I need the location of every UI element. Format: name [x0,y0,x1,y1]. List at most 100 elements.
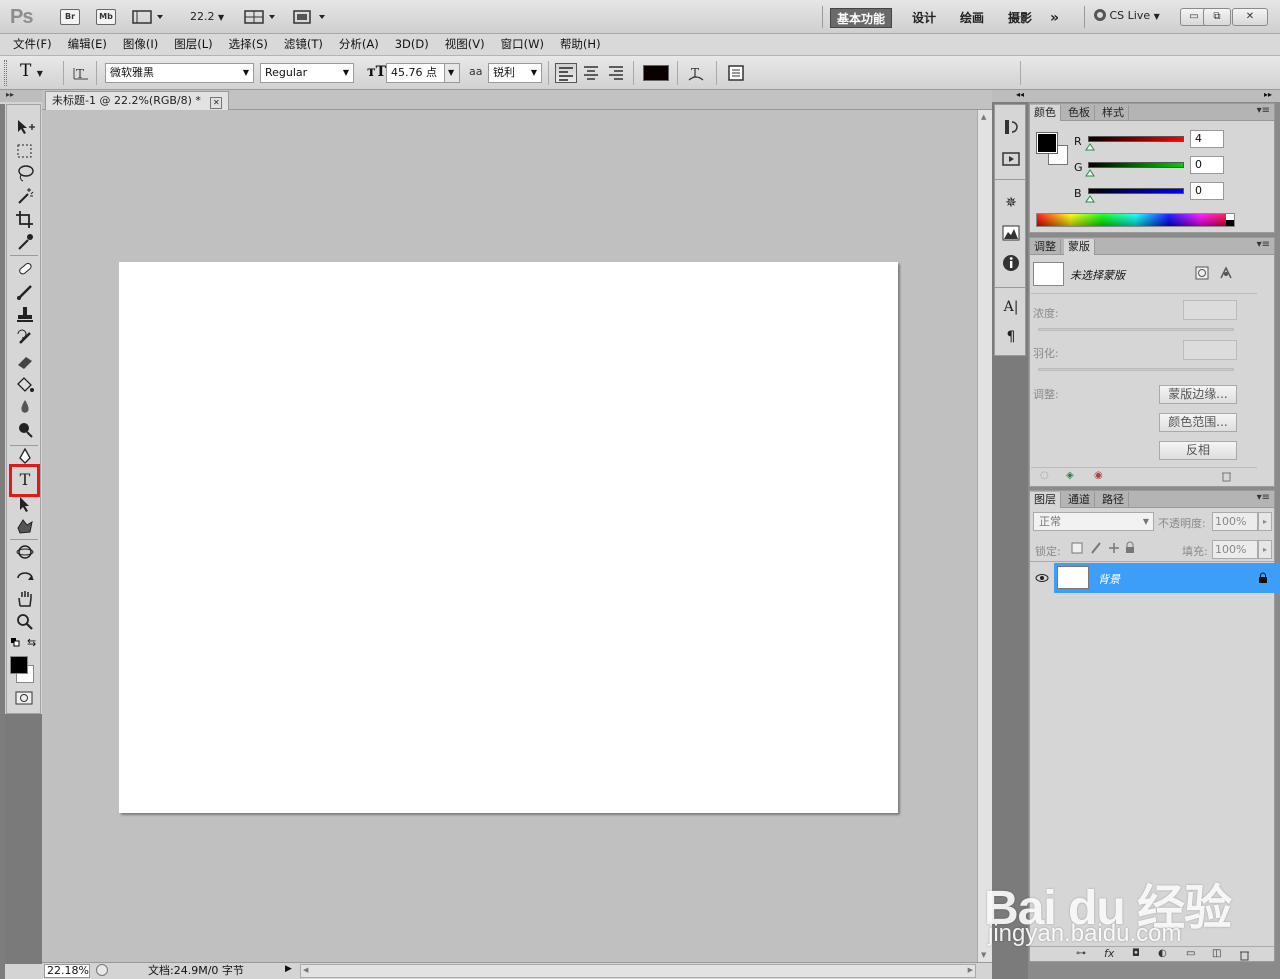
close-tab-icon[interactable]: ✕ [210,97,223,109]
add-pixel-mask-icon[interactable] [1194,265,1210,281]
dodge-tool[interactable] [14,420,36,440]
mask-edge-button[interactable]: 蒙版边缘... [1159,385,1237,404]
marquee-tool[interactable] [14,141,36,161]
dock-collapse-bar[interactable]: ◂◂ [992,90,1028,102]
bridge-button[interactable]: Br [60,9,80,25]
horizontal-scrollbar[interactable]: ◀ ▶ [300,964,976,978]
document-tab[interactable]: 未标题-1 @ 22.2%(RGB/8) * ✕ [45,91,230,110]
workspace-photography-button[interactable]: 摄影 [1002,8,1038,28]
info-panel-button[interactable] [1001,253,1021,273]
b-slider[interactable] [1088,188,1184,194]
menu-view[interactable]: 视图(V) [445,34,485,55]
document-canvas[interactable] [119,262,898,813]
layer-visibility-toggle[interactable] [1031,563,1053,593]
eyedropper-tool[interactable] [14,232,36,252]
blend-mode-select[interactable]: 正常 ▼ [1033,512,1154,531]
scroll-up-icon[interactable]: ▲ [981,113,986,121]
panel-menu-icon[interactable]: ▾≡ [1257,239,1270,250]
paragraph-panel-button[interactable]: ¶ [1001,327,1021,347]
custom-shape-tool[interactable] [14,516,36,536]
adjustment-layer-icon[interactable]: ◐ [1158,948,1167,959]
tab-color[interactable]: 颜色 [1030,105,1061,121]
color-spectrum-bar[interactable] [1036,213,1235,227]
tab-styles[interactable]: 样式 [1098,105,1129,121]
workspace-painting-button[interactable]: 绘画 [954,8,990,28]
b-value-field[interactable]: 0 [1190,182,1224,200]
add-vector-mask-icon[interactable] [1218,265,1234,281]
lasso-tool[interactable] [14,163,36,183]
workspace-essentials-button[interactable]: 基本功能 [830,8,893,28]
menu-file[interactable]: 文件(F) [13,34,52,55]
tab-adjustments[interactable]: 调整 [1030,239,1061,255]
close-button[interactable]: ✕ [1232,8,1268,26]
cs-live-button[interactable]: CS Live ▼ [1094,9,1160,22]
r-value-field[interactable]: 4 [1190,130,1224,148]
opacity-slider-button[interactable]: ▸ [1258,512,1272,531]
3d-rotate-tool[interactable] [14,542,36,562]
zoom-percent-field[interactable]: 22.18% [44,964,90,978]
menu-help[interactable]: 帮助(H) [560,34,601,55]
brush-tool[interactable] [14,282,36,302]
more-workspaces-button[interactable]: » [1044,8,1065,28]
actions-panel-button[interactable] [1001,149,1021,169]
fx-icon[interactable]: fx [1104,947,1114,960]
panel-menu-icon[interactable]: ▾≡ [1257,105,1270,116]
path-selection-tool[interactable] [14,494,36,514]
mini-bridge-button[interactable]: Mb [96,9,116,25]
g-value-field[interactable]: 0 [1190,156,1224,174]
panels-collapse-bar[interactable]: ▸▸ [1028,90,1280,102]
lock-options[interactable] [1070,541,1160,555]
zoom-level-dropdown[interactable]: 22.2 ▼ [190,10,224,23]
eraser-tool[interactable] [14,351,36,371]
zoom-tool[interactable] [14,612,36,632]
foreground-color-swatch[interactable] [10,656,28,674]
status-info-icon[interactable] [96,964,108,976]
load-selection-icon[interactable]: ◌ [1040,470,1049,481]
scroll-left-icon[interactable]: ◀ [303,966,308,974]
menu-layer[interactable]: 图层(L) [174,34,212,55]
add-mask-icon[interactable]: ◘ [1132,948,1140,959]
tab-layers[interactable]: 图层 [1030,492,1061,508]
toggle-text-orientation-button[interactable]: T [72,64,90,82]
slider-thumb-icon[interactable] [1085,195,1095,203]
arrange-documents-dropdown[interactable] [244,9,280,25]
warp-text-button[interactable]: T [686,63,706,83]
menu-analysis[interactable]: 分析(A) [339,34,379,55]
new-layer-icon[interactable]: ◫ [1212,948,1221,959]
align-center-button[interactable] [581,63,601,83]
tab-masks[interactable]: 蒙版 [1064,239,1095,255]
text-color-swatch[interactable] [643,65,669,81]
slider-thumb-icon[interactable] [1085,143,1095,151]
scroll-down-icon[interactable]: ▼ [981,951,986,959]
swap-colors-button[interactable]: ⇆ [27,636,36,649]
menu-image[interactable]: 图像(I) [123,34,158,55]
fill-slider-button[interactable]: ▸ [1258,540,1272,559]
view-extras-dropdown[interactable] [132,9,168,25]
font-family-select[interactable]: 微软雅黑 ▼ [105,63,254,83]
blur-tool[interactable] [14,397,36,417]
character-panel-toggle[interactable] [727,64,745,82]
tab-swatches[interactable]: 色板 [1064,105,1095,121]
hand-tool[interactable] [14,589,36,609]
layer-row[interactable]: 背景 [1054,563,1280,593]
apply-mask-icon[interactable]: ◈ [1066,470,1074,481]
options-grip[interactable] [4,60,7,86]
new-group-icon[interactable]: ▭ [1186,948,1195,959]
screen-mode-dropdown[interactable] [292,9,328,25]
antialias-select[interactable]: 锐利 ▼ [488,63,542,83]
color-foreground-swatch[interactable] [1036,132,1058,154]
menu-filter[interactable]: 滤镜(T) [284,34,323,55]
history-panel-button[interactable] [1001,117,1021,137]
font-style-select[interactable]: Regular ▼ [260,63,354,83]
menu-select[interactable]: 选择(S) [229,34,268,55]
history-brush-tool[interactable] [14,328,36,348]
move-tool[interactable] [14,117,36,137]
quick-mask-button[interactable] [15,691,33,708]
spectrum-black-chip[interactable] [1226,220,1234,226]
panel-menu-icon[interactable]: ▾≡ [1257,492,1270,503]
paint-bucket-tool[interactable] [14,374,36,394]
navigator-panel-button[interactable]: ✵ [1001,193,1021,213]
opacity-field[interactable]: 100% [1212,512,1258,531]
font-size-field[interactable]: 45.76 点 ▼ [386,63,460,83]
tab-paths[interactable]: 路径 [1098,492,1129,508]
